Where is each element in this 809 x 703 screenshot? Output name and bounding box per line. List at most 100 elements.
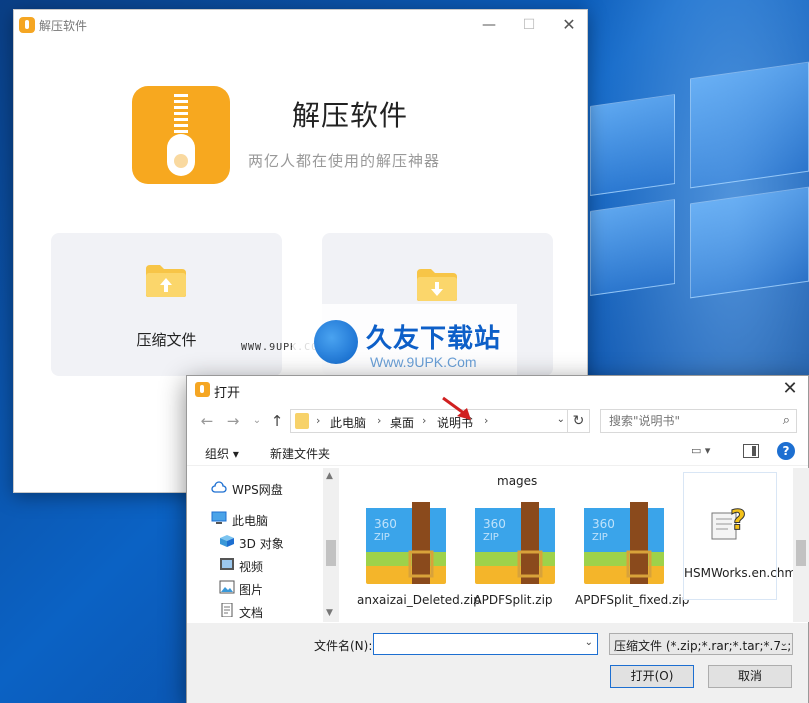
app-zip-icon — [19, 17, 35, 33]
forward-arrow-icon[interactable]: → — [223, 411, 243, 431]
open-dialog: 打开 ✕ ← → ⌄ ↑ › 此电脑 › 桌面 › 说明书 › ⌄ ↻ ⌕ 组织… — [186, 375, 809, 703]
watermark-url: Www.9UPK.Com — [370, 354, 477, 370]
file-item[interactable]: 360 ZIP APDFSplit.zip — [466, 496, 560, 622]
filetype-dropdown-icon[interactable]: ⌄ — [779, 638, 788, 649]
file-item[interactable]: 360 ZIP anxaizai_Deleted.zip — [357, 496, 481, 622]
folder-icon — [295, 413, 309, 429]
open-button[interactable]: 打开(O) — [610, 665, 694, 688]
new-folder-button[interactable]: 新建文件夹 — [270, 445, 330, 462]
zip-archive-icon: 360 ZIP — [366, 502, 446, 584]
dialog-app-icon — [195, 382, 210, 397]
video-icon — [220, 558, 234, 570]
cube-icon — [220, 535, 234, 547]
watermark-title: 久友下载站 — [366, 324, 502, 354]
folder-upload-icon — [146, 265, 186, 297]
desktop-logo-pane — [690, 61, 809, 189]
breadcrumb-chevron-icon: › — [484, 414, 489, 427]
app-title: 解压软件 — [39, 19, 88, 33]
search-box[interactable]: ⌕ — [600, 409, 797, 433]
filename-label: 文件名(N): — [314, 639, 373, 653]
close-button[interactable]: ✕ — [549, 14, 589, 36]
address-bar[interactable]: › 此电脑 › 桌面 › 说明书 › ⌄ ↻ — [290, 409, 590, 433]
cloud-icon — [211, 481, 227, 493]
back-arrow-icon[interactable]: ← — [197, 411, 217, 431]
nav-item-documents[interactable]: 文档 — [239, 604, 263, 621]
svg-text:ZIP: ZIP — [483, 532, 499, 543]
chm-help-icon: ? — [711, 503, 747, 540]
app-titlebar[interactable]: 解压软件 — ☐ ✕ — [14, 10, 587, 40]
file-item[interactable]: 360 ZIP APDFSplit_fixed.zip — [575, 496, 690, 622]
breadcrumb-chevron-icon: › — [422, 414, 427, 427]
breadcrumb-chevron-icon: › — [316, 414, 321, 427]
dialog-close-button[interactable]: ✕ — [778, 378, 802, 402]
filename-field[interactable]: ⌄ — [373, 633, 598, 655]
navigation-pane: WPS网盘 此电脑 3D 对象 视频 图片 文档 ▲ ▼ — [187, 468, 339, 622]
svg-text:?: ? — [730, 503, 746, 536]
preview-pane-icon[interactable] — [743, 444, 759, 458]
file-list-scrollbar[interactable] — [793, 468, 809, 622]
desktop-logo-pane — [690, 186, 809, 299]
scroll-up-icon[interactable]: ▲ — [326, 471, 333, 481]
filetype-value: 压缩文件 (*.zip;*.rar;*.tar;*.7z; — [614, 639, 792, 653]
breadcrumb-chevron-icon: › — [377, 414, 382, 427]
app-heading: 解压软件 — [292, 99, 409, 132]
annotation-arrow-icon — [442, 396, 471, 420]
nav-item-pictures[interactable]: 图片 — [239, 581, 263, 598]
nav-item-this-pc[interactable]: 此电脑 — [232, 512, 268, 529]
address-dropdown-icon[interactable]: ⌄ — [557, 414, 565, 425]
dialog-toolbar: 组织 ▾ 新建文件夹 ▭ ▾ ? — [187, 438, 808, 466]
svg-text:360: 360 — [483, 517, 506, 531]
scroll-thumb[interactable] — [796, 540, 806, 566]
refresh-icon[interactable]: ↻ — [567, 410, 589, 432]
scroll-thumb[interactable] — [326, 540, 336, 566]
computer-icon — [211, 511, 227, 524]
up-arrow-icon[interactable]: ↑ — [267, 411, 287, 431]
document-icon — [221, 603, 233, 617]
recent-locations-chevron-icon[interactable]: ⌄ — [247, 411, 267, 431]
picture-icon — [219, 580, 235, 594]
help-icon[interactable]: ? — [777, 442, 795, 460]
desktop-logo-pane — [590, 199, 675, 296]
nav-scrollbar[interactable]: ▲ ▼ — [323, 468, 339, 622]
search-icon[interactable]: ⌕ — [783, 413, 790, 428]
navigation-row: ← → ⌄ ↑ › 此电脑 › 桌面 › 说明书 › ⌄ ↻ ⌕ — [187, 408, 808, 434]
file-name: APDFSplit.zip — [473, 593, 553, 607]
nav-item-video[interactable]: 视频 — [239, 558, 263, 575]
dialog-titlebar[interactable]: 打开 ✕ — [187, 376, 808, 404]
watermark-logo-icon — [314, 320, 358, 364]
filetype-select[interactable]: 压缩文件 (*.zip;*.rar;*.tar;*.7z; ⌄ — [609, 633, 793, 655]
breadcrumb-desktop[interactable]: 桌面 — [390, 414, 414, 431]
file-list: mages 360 ZIP anxaizai_Deleted.zip 360 Z… — [341, 468, 793, 622]
filename-dropdown-icon[interactable]: ⌄ — [585, 637, 593, 648]
compress-card[interactable]: 压缩文件 — [51, 233, 282, 376]
search-input[interactable] — [609, 411, 779, 431]
app-logo-icon — [132, 86, 230, 184]
file-name: HSMWorks.en.chm — [684, 566, 793, 580]
zipper-pull — [167, 134, 195, 176]
nav-item-3d[interactable]: 3D 对象 — [239, 535, 284, 552]
zip-archive-icon: 360 ZIP — [584, 502, 664, 584]
svg-text:360: 360 — [592, 517, 615, 531]
cancel-button[interactable]: 取消 — [708, 665, 792, 688]
svg-text:ZIP: ZIP — [592, 532, 608, 543]
desktop-logo-pane — [590, 94, 675, 196]
svg-text:ZIP: ZIP — [374, 532, 390, 543]
organize-button[interactable]: 组织 ▾ — [205, 445, 239, 462]
zip-archive-icon: 360 ZIP — [475, 502, 555, 584]
dialog-footer: 文件名(N): ⌄ 压缩文件 (*.zip;*.rar;*.tar;*.7z; … — [187, 623, 808, 703]
folder-download-icon — [417, 269, 457, 301]
view-options-icon[interactable]: ▭ ▾ — [691, 444, 723, 460]
app-subtitle: 两亿人都在使用的解压神器 — [248, 152, 441, 170]
nav-item-wps[interactable]: WPS网盘 — [232, 481, 283, 498]
file-name: APDFSplit_fixed.zip — [575, 593, 690, 607]
file-item[interactable]: ? HSMWorks.en.chm — [683, 472, 793, 600]
file-name: anxaizai_Deleted.zip — [357, 593, 481, 607]
dialog-title: 打开 — [214, 386, 241, 401]
breadcrumb-this-pc[interactable]: 此电脑 — [330, 414, 366, 431]
svg-text:360: 360 — [374, 517, 397, 531]
scroll-down-icon[interactable]: ▼ — [326, 608, 333, 618]
watermark: 久友下载站 Www.9UPK.Com — [292, 304, 517, 382]
maximize-button[interactable]: ☐ — [509, 14, 549, 36]
partial-file-label[interactable]: mages — [497, 474, 537, 488]
minimize-button[interactable]: — — [469, 14, 509, 36]
